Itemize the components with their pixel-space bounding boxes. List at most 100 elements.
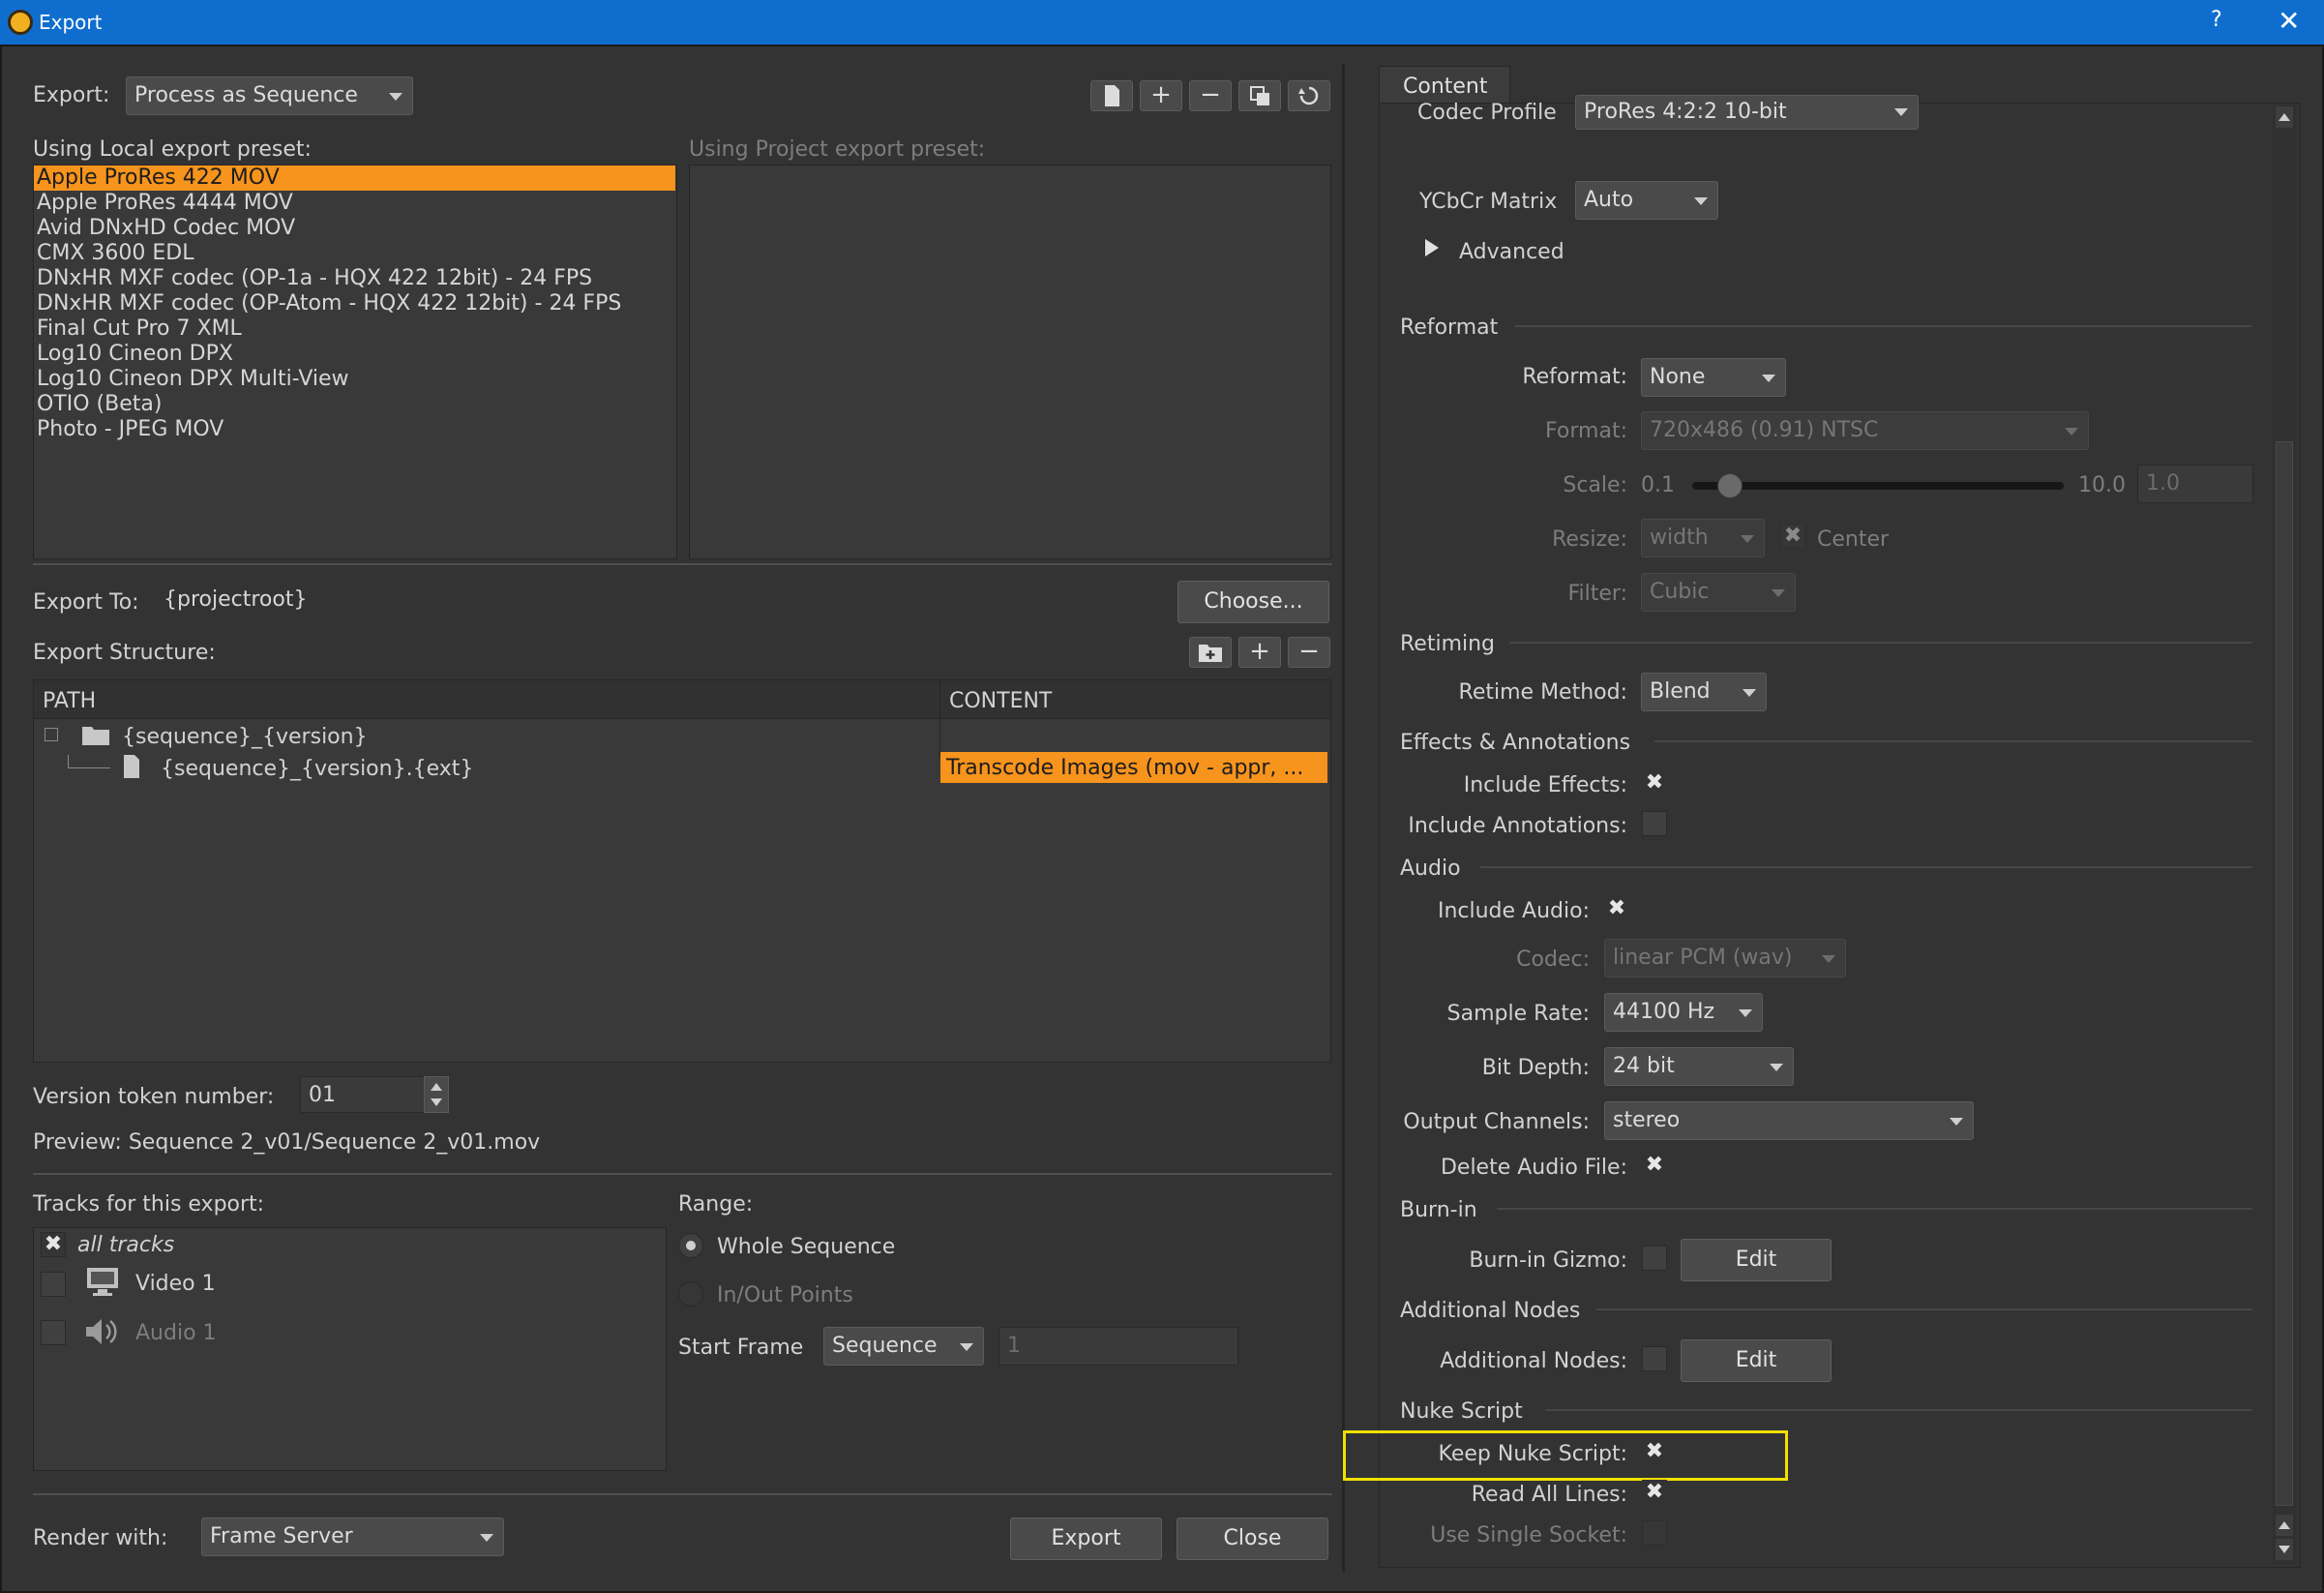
export-to-label: Export To: — [33, 590, 139, 615]
preset-item[interactable]: Apple ProRes 4444 MOV — [37, 191, 293, 216]
format-label: Format: — [1545, 419, 1627, 443]
scale-input[interactable]: 1.0 — [2137, 465, 2253, 503]
video1-checkbox[interactable] — [41, 1272, 66, 1297]
project-preset-label: Using Project export preset: — [689, 137, 986, 162]
expand-arrow-icon[interactable] — [1425, 239, 1439, 256]
filter-combo[interactable]: Cubic — [1641, 573, 1796, 612]
ycbcr-combo[interactable]: Auto — [1575, 181, 1718, 220]
scroll-thumb[interactable] — [2276, 441, 2293, 1506]
add-element-icon[interactable]: + — [1238, 637, 1281, 668]
export-to-field[interactable]: {projectroot} — [155, 581, 1171, 621]
export-structure-label: Export Structure: — [33, 641, 216, 665]
preset-item[interactable]: Log10 Cineon DPX Multi-View — [37, 367, 349, 392]
additional-edit-button[interactable]: Edit — [1681, 1339, 1832, 1382]
scroll-down-button[interactable] — [2276, 1539, 2293, 1560]
advanced-label[interactable]: Advanced — [1459, 240, 1564, 264]
tree-line — [68, 767, 110, 768]
add-folder-icon[interactable] — [1189, 637, 1232, 668]
delete-audio-checkbox[interactable]: ✖ — [1642, 1153, 1667, 1178]
path-column-header[interactable]: PATH — [43, 689, 96, 713]
tree-folder-item[interactable]: {sequence}_{version} — [122, 725, 368, 749]
tree-file-item[interactable]: {sequence}_{version}.{ext} — [161, 757, 473, 781]
retime-combo[interactable]: Blend — [1641, 673, 1767, 711]
tracks-label: Tracks for this export: — [33, 1192, 265, 1217]
new-preset-icon[interactable] — [1090, 80, 1133, 111]
output-channels-combo[interactable]: stereo — [1604, 1101, 1974, 1140]
folder-icon — [81, 724, 110, 753]
burnin-edit-button[interactable]: Edit — [1681, 1239, 1832, 1281]
version-label: Version token number: — [33, 1085, 275, 1109]
retiming-section-title: Retiming — [1400, 632, 1496, 656]
version-stepper[interactable] — [424, 1076, 449, 1113]
render-with-combo[interactable]: Frame Server — [201, 1518, 504, 1556]
codec-profile-label: Codec Profile — [1417, 101, 1557, 125]
include-effects-checkbox[interactable]: ✖ — [1642, 770, 1667, 796]
sample-rate-combo[interactable]: 44100 Hz — [1604, 993, 1763, 1032]
window-title: Export — [39, 11, 103, 34]
add-preset-icon[interactable]: + — [1140, 80, 1182, 111]
structure-header — [34, 680, 1330, 719]
preset-item[interactable]: Apple ProRes 422 MOV — [37, 165, 280, 191]
reformat-label: Reformat: — [1522, 365, 1627, 389]
single-socket-checkbox[interactable] — [1642, 1520, 1667, 1546]
audio-codec-combo[interactable]: linear PCM (wav) — [1604, 939, 1846, 977]
scale-slider-handle[interactable] — [1717, 473, 1743, 498]
revert-preset-icon[interactable] — [1288, 80, 1330, 111]
close-window-button[interactable]: ✕ — [2278, 5, 2300, 37]
version-input[interactable]: 01 — [300, 1076, 430, 1113]
scale-slider-track[interactable] — [1692, 482, 2064, 490]
remove-preset-icon[interactable]: − — [1189, 80, 1232, 111]
preset-item[interactable]: Photo - JPEG MOV — [37, 417, 223, 442]
inout-points-radio[interactable] — [678, 1281, 703, 1307]
preset-item[interactable]: DNxHR MXF codec (OP-1a - HQX 422 12bit) … — [37, 266, 592, 291]
preset-item[interactable]: OTIO (Beta) — [37, 392, 162, 417]
keep-nuke-checkbox[interactable]: ✖ — [1642, 1439, 1667, 1464]
pane-splitter[interactable] — [1342, 64, 1345, 1572]
include-audio-checkbox[interactable]: ✖ — [1604, 896, 1629, 921]
inout-points-label: In/Out Points — [717, 1283, 853, 1307]
codec-profile-combo[interactable]: ProRes 4:2:2 10-bit — [1575, 95, 1919, 130]
format-combo[interactable]: 720x486 (0.91) NTSC — [1641, 411, 2089, 450]
burnin-gizmo-checkbox[interactable] — [1642, 1246, 1667, 1271]
section-divider — [1515, 325, 2252, 327]
preset-item[interactable]: Log10 Cineon DPX — [37, 342, 233, 367]
preset-item[interactable]: DNxHR MXF codec (OP-Atom - HQX 422 12bit… — [37, 291, 621, 316]
bit-depth-combo[interactable]: 24 bit — [1604, 1047, 1794, 1086]
local-preset-label: Using Local export preset: — [33, 137, 312, 162]
export-mode-combo[interactable]: Process as Sequence — [126, 76, 413, 115]
remove-element-icon[interactable]: − — [1288, 637, 1330, 668]
delete-audio-label: Delete Audio File: — [1440, 1156, 1627, 1180]
start-frame-combo[interactable]: Sequence — [823, 1327, 984, 1366]
start-frame-input[interactable]: 1 — [998, 1327, 1238, 1366]
scale-min: 0.1 — [1641, 473, 1675, 497]
resize-combo[interactable]: width — [1641, 519, 1765, 557]
read-all-lines-checkbox[interactable]: ✖ — [1642, 1480, 1667, 1505]
preset-item[interactable]: Final Cut Pro 7 XML — [37, 316, 242, 342]
section-divider — [1654, 740, 2252, 742]
divider — [33, 1493, 1332, 1495]
project-preset-list — [689, 165, 1331, 559]
scroll-up-button[interactable] — [2276, 106, 2293, 128]
additional-nodes-checkbox[interactable] — [1642, 1346, 1667, 1371]
choose-button[interactable]: Choose... — [1177, 581, 1329, 623]
help-button[interactable]: ? — [2211, 8, 2222, 32]
whole-sequence-radio[interactable] — [678, 1233, 703, 1258]
all-tracks-checkbox[interactable]: ✖ — [41, 1232, 66, 1257]
scroll-up-button-lower[interactable] — [2276, 1515, 2293, 1536]
audio1-checkbox[interactable] — [41, 1320, 66, 1345]
reformat-combo[interactable]: None — [1641, 358, 1786, 397]
audio-section-title: Audio — [1400, 857, 1461, 881]
close-button[interactable]: Close — [1177, 1518, 1328, 1560]
center-checkbox[interactable]: ✖ — [1780, 524, 1805, 549]
preset-item[interactable]: CMX 3600 EDL — [37, 241, 194, 266]
content-column-header[interactable]: CONTENT — [949, 689, 1052, 713]
file-content-cell[interactable]: Transcode Images (mov - appr, ... — [940, 752, 1327, 783]
include-annotations-checkbox[interactable] — [1642, 811, 1667, 836]
app-icon — [8, 10, 33, 35]
audio1-label: Audio 1 — [135, 1321, 217, 1345]
copy-preset-icon[interactable] — [1238, 80, 1281, 111]
tab-content[interactable]: Content — [1379, 66, 1510, 105]
export-button[interactable]: Export — [1010, 1518, 1162, 1560]
preset-item[interactable]: Avid DNxHD Codec MOV — [37, 216, 295, 241]
collapse-toggle[interactable] — [45, 728, 58, 741]
